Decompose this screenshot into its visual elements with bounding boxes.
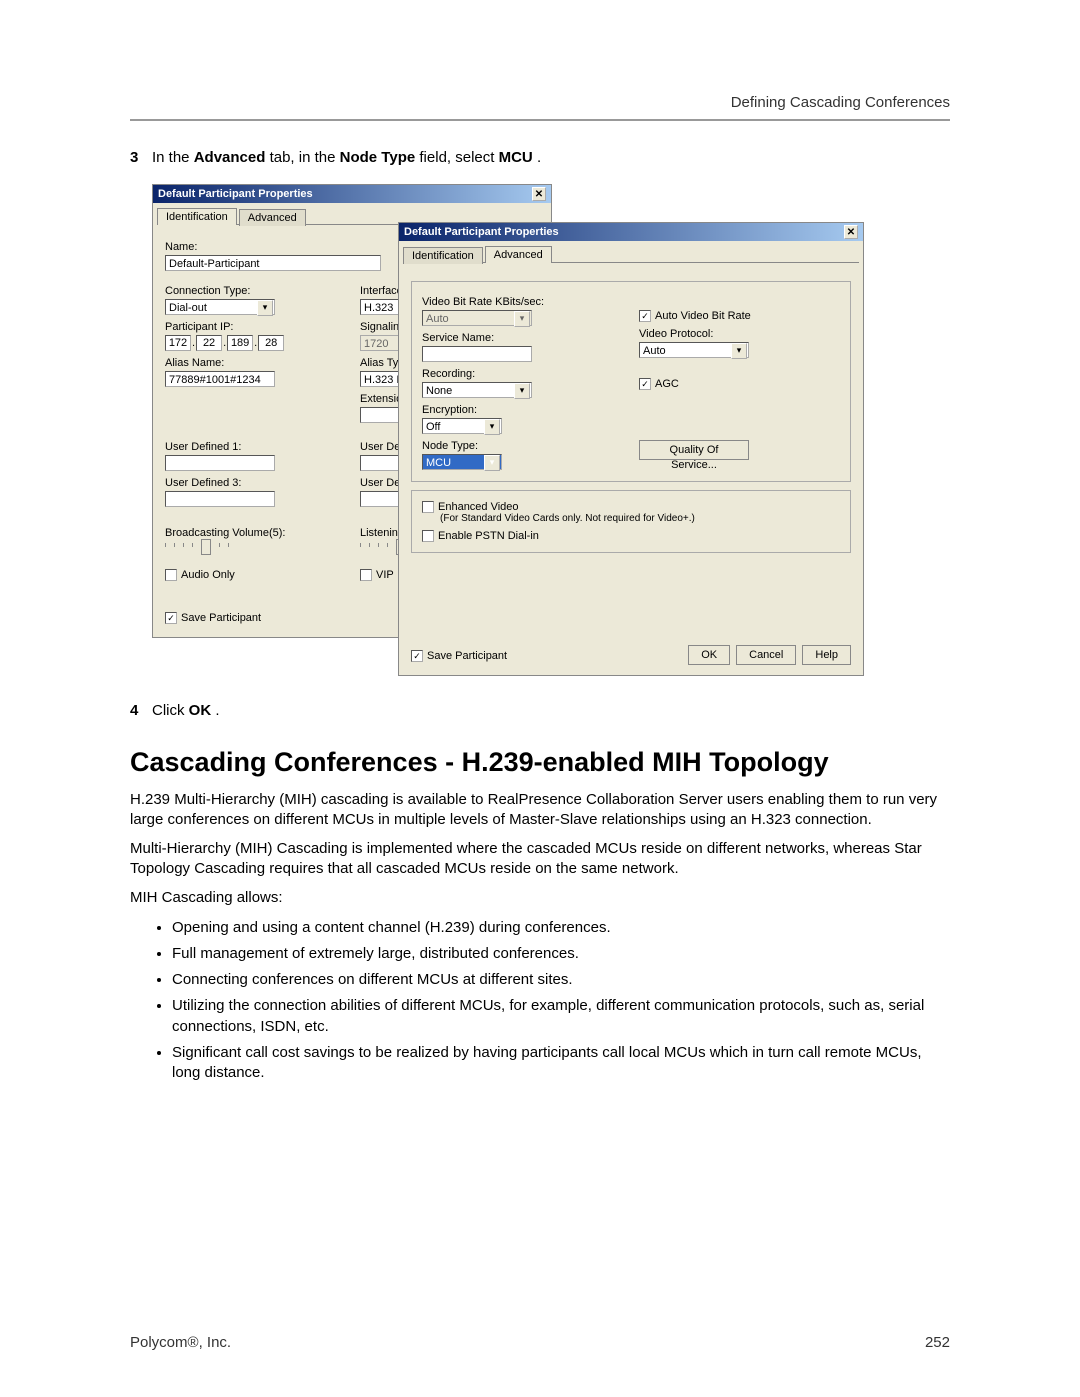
titlebar[interactable]: Default Participant Properties ✕: [399, 223, 863, 241]
step-text: In the Advanced tab, in the Node Type fi…: [152, 149, 950, 166]
t: .: [215, 702, 219, 719]
label-pstn: Enable PSTN Dial-in: [438, 530, 539, 542]
node-type-select[interactable]: MCU: [422, 454, 502, 470]
page-footer: Polycom®, Inc. 252: [130, 1334, 950, 1351]
broadcast-slider[interactable]: [165, 543, 344, 559]
list-item: Opening and using a content channel (H.2…: [172, 918, 950, 938]
section-heading: Cascading Conferences - H.239-enabled MI…: [130, 747, 950, 778]
titlebar[interactable]: Default Participant Properties ✕: [153, 185, 551, 203]
vbr-select: Auto: [422, 310, 532, 326]
note-enhanced: (For Standard Video Cards only. Not requ…: [440, 513, 840, 524]
tab-identification[interactable]: Identification: [157, 208, 237, 225]
label-ud1: User Defined 1:: [165, 441, 344, 453]
participant-ip-input[interactable]: 172.22.189.28: [165, 335, 344, 351]
paragraph: MIH Cascading allows:: [130, 888, 950, 908]
ok-button[interactable]: OK: [688, 645, 730, 665]
title-text: Default Participant Properties: [404, 226, 559, 238]
dialog-body: Video Bit Rate KBits/sec: Auto Service N…: [399, 263, 863, 571]
alias-name-input[interactable]: 77889#1001#1234: [165, 371, 275, 387]
ud1-input[interactable]: [165, 455, 275, 471]
tab-identification[interactable]: Identification: [403, 247, 483, 264]
group-1: Video Bit Rate KBits/sec: Auto Service N…: [411, 281, 851, 482]
list-item: Connecting conferences on different MCUs…: [172, 970, 950, 990]
ip-octet[interactable]: 172: [165, 335, 191, 351]
dialog-screenshots: Default Participant Properties ✕ Identif…: [152, 184, 950, 684]
t: In the: [152, 149, 194, 166]
label-vbr: Video Bit Rate KBits/sec:: [422, 296, 623, 308]
service-input[interactable]: [422, 346, 532, 362]
label-save-participant: Save Participant: [427, 650, 507, 662]
footer-left: Polycom®, Inc.: [130, 1334, 231, 1351]
close-icon[interactable]: ✕: [532, 187, 546, 201]
button-row: ✓ Save Participant OK Cancel Help: [411, 645, 851, 665]
step-3: 3 In the Advanced tab, in the Node Type …: [130, 149, 950, 166]
tab-advanced[interactable]: Advanced: [239, 209, 306, 226]
label-participant-ip: Participant IP:: [165, 321, 344, 333]
title-text: Default Participant Properties: [158, 188, 313, 200]
dialog-advanced: Default Participant Properties ✕ Identif…: [398, 222, 864, 676]
agc-checkbox[interactable]: ✓: [639, 378, 651, 390]
label-node-type: Node Type:: [422, 440, 623, 452]
label-enhanced: Enhanced Video: [438, 501, 519, 513]
group-2: Enhanced Video (For Standard Video Cards…: [411, 490, 851, 553]
t: OK: [189, 702, 212, 719]
step-number: 3: [130, 149, 152, 166]
tab-strip: Identification Advanced: [403, 245, 859, 263]
ip-octet[interactable]: 22: [196, 335, 222, 351]
step-number: 4: [130, 702, 152, 719]
ip-octet[interactable]: 28: [258, 335, 284, 351]
ip-octet[interactable]: 189: [227, 335, 253, 351]
pstn-checkbox[interactable]: [422, 530, 434, 542]
list-item: Full management of extremely large, dist…: [172, 944, 950, 964]
label-broadcast-vol: Broadcasting Volume(5):: [165, 527, 344, 539]
label-recording: Recording:: [422, 368, 623, 380]
name-input[interactable]: Default-Participant: [165, 255, 381, 271]
t: .: [537, 149, 541, 166]
divider: [130, 119, 950, 121]
label-vip: VIP: [376, 569, 394, 581]
paragraph: H.239 Multi-Hierarchy (MIH) cascading is…: [130, 790, 950, 829]
list-item: Significant call cost savings to be real…: [172, 1043, 950, 1084]
t: MCU: [499, 149, 533, 166]
label-conn-type: Connection Type:: [165, 285, 344, 297]
t: Advanced: [194, 149, 266, 166]
video-proto-select[interactable]: Auto: [639, 342, 749, 358]
label-alias-name: Alias Name:: [165, 357, 344, 369]
help-button[interactable]: Help: [802, 645, 851, 665]
label-save-participant: Save Participant: [181, 612, 261, 624]
footer-page: 252: [925, 1334, 950, 1351]
t: Click: [152, 702, 189, 719]
tab-advanced[interactable]: Advanced: [485, 246, 552, 263]
label-encryption: Encryption:: [422, 404, 623, 416]
auto-vbr-checkbox[interactable]: ✓: [639, 310, 651, 322]
save-participant-checkbox[interactable]: ✓: [411, 650, 423, 662]
cancel-button[interactable]: Cancel: [736, 645, 796, 665]
save-participant-checkbox[interactable]: ✓: [165, 612, 177, 624]
list-item: Utilizing the connection abilities of di…: [172, 996, 950, 1037]
t: tab, in the: [270, 149, 340, 166]
qos-button[interactable]: Quality Of Service...: [639, 440, 749, 460]
t: Node Type: [340, 149, 416, 166]
label-video-proto: Video Protocol:: [639, 328, 840, 340]
conn-type-select[interactable]: Dial-out: [165, 299, 275, 315]
page-header: Defining Cascading Conferences: [130, 94, 950, 111]
paragraph: Multi-Hierarchy (MIH) Cascading is imple…: [130, 839, 950, 878]
label-audio-only: Audio Only: [181, 569, 235, 581]
step-text: Click OK .: [152, 702, 950, 719]
recording-select[interactable]: None: [422, 382, 532, 398]
label-agc: AGC: [655, 378, 679, 390]
enhanced-video-checkbox[interactable]: [422, 501, 434, 513]
vip-checkbox[interactable]: [360, 569, 372, 581]
t: field, select: [419, 149, 498, 166]
label-service: Service Name:: [422, 332, 623, 344]
bullet-list: Opening and using a content channel (H.2…: [130, 918, 950, 1084]
step-4: 4 Click OK .: [130, 702, 950, 719]
encryption-select[interactable]: Off: [422, 418, 502, 434]
audio-only-checkbox[interactable]: [165, 569, 177, 581]
close-icon[interactable]: ✕: [844, 225, 858, 239]
ud3-input[interactable]: [165, 491, 275, 507]
label-ud3: User Defined 3:: [165, 477, 344, 489]
label-auto-vbr: Auto Video Bit Rate: [655, 310, 751, 322]
